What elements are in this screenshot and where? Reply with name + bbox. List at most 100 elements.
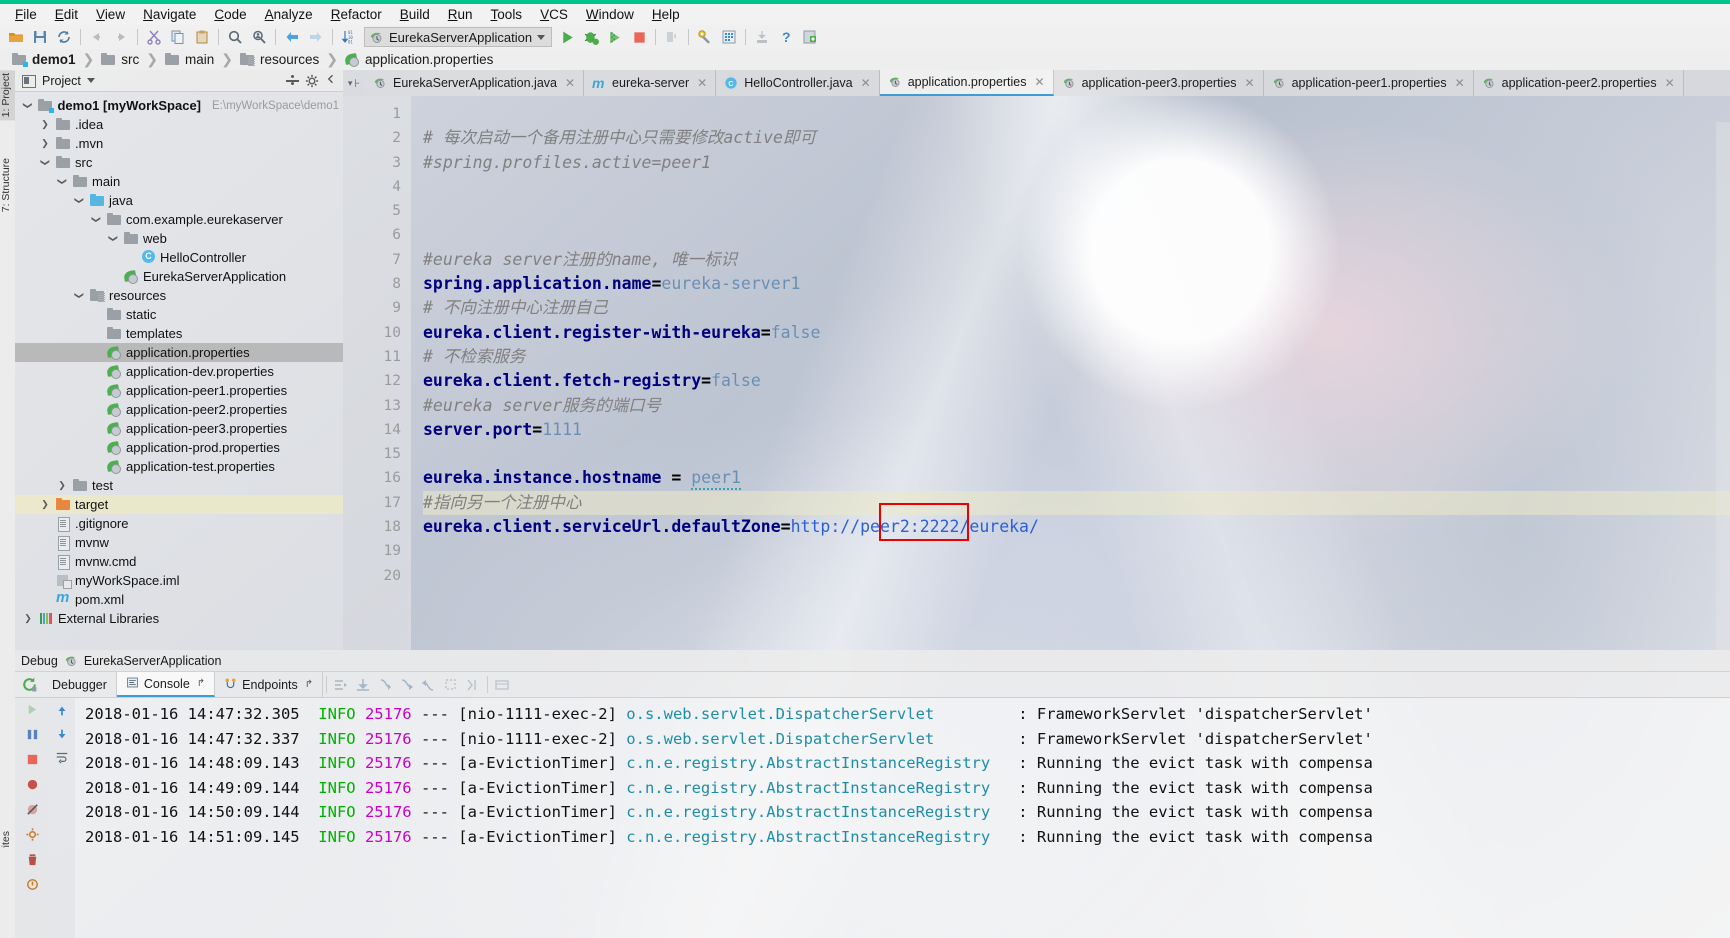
help-icon[interactable]: ? bbox=[774, 26, 798, 48]
drop-frame-icon[interactable] bbox=[440, 672, 462, 697]
menu-item-refactor[interactable]: Refactor bbox=[322, 5, 391, 24]
code-line-20[interactable] bbox=[423, 564, 1730, 588]
collapse-all-icon[interactable] bbox=[286, 74, 299, 87]
chevron-right-icon[interactable]: ❯ bbox=[38, 138, 52, 149]
tree-node-static[interactable]: static bbox=[15, 305, 343, 324]
tree-node--mvn[interactable]: ❯ .mvn bbox=[15, 134, 343, 153]
code-line-7[interactable]: #eureka server注册的name, 唯一标识 bbox=[423, 248, 1730, 272]
tree-node-mvnw-cmd[interactable]: mvnw.cmd bbox=[15, 552, 343, 571]
chevron-down-icon[interactable] bbox=[86, 78, 95, 83]
breadcrumb-item-resources[interactable]: resources bbox=[236, 52, 323, 67]
stop-button[interactable] bbox=[627, 26, 651, 48]
code-line-17[interactable]: #指向另一个注册中心 bbox=[423, 490, 1730, 516]
run-with-coverage-button[interactable] bbox=[603, 26, 627, 48]
sort-icon[interactable]: 01 10 01 bbox=[337, 26, 361, 48]
open-folder-icon[interactable] bbox=[4, 26, 28, 48]
settings-icon[interactable] bbox=[693, 26, 717, 48]
rerun-icon[interactable] bbox=[15, 672, 43, 697]
delete-icon[interactable] bbox=[25, 852, 40, 870]
editor-scrollbar[interactable] bbox=[1716, 122, 1730, 650]
tree-node-application-prod-properties[interactable]: application-prod.properties bbox=[15, 438, 343, 457]
pause-icon[interactable] bbox=[25, 727, 40, 745]
close-icon[interactable]: ✕ bbox=[1035, 75, 1045, 89]
code-line-6[interactable] bbox=[423, 223, 1730, 247]
chevron-down-icon[interactable]: ❯ bbox=[108, 232, 119, 246]
run-configuration-selector[interactable]: EurekaServerApplication bbox=[364, 27, 553, 47]
menu-item-build[interactable]: Build bbox=[391, 5, 439, 24]
code-line-14[interactable]: server.port=1111 bbox=[423, 418, 1730, 442]
tree-node-test[interactable]: ❯ test bbox=[15, 476, 343, 495]
code-line-4[interactable] bbox=[423, 175, 1730, 199]
tree-node-application-peer1-properties[interactable]: application-peer1.properties bbox=[15, 381, 343, 400]
chevron-right-icon[interactable]: ❯ bbox=[38, 119, 52, 130]
editor-tab-application-peer1-properties[interactable]: application-peer1.properties ✕ bbox=[1263, 70, 1474, 96]
menu-item-code[interactable]: Code bbox=[205, 5, 255, 24]
code-line-8[interactable]: spring.application.name=eureka-server1 bbox=[423, 272, 1730, 296]
find-replace-icon[interactable] bbox=[247, 26, 271, 48]
tree-node-mvnw[interactable]: mvnw bbox=[15, 533, 343, 552]
chevron-down-icon[interactable]: ❯ bbox=[91, 213, 102, 227]
tree-node-application-dev-properties[interactable]: application-dev.properties bbox=[15, 362, 343, 381]
editor-tab-application-properties[interactable]: application.properties ✕ bbox=[879, 70, 1054, 96]
code-line-3[interactable]: #spring.profiles.active=peer1 bbox=[423, 151, 1730, 175]
tree-node-application-peer3-properties[interactable]: application-peer3.properties bbox=[15, 419, 343, 438]
chevron-down-icon[interactable]: ❯ bbox=[57, 175, 68, 189]
code-line-12[interactable]: eureka.client.fetch-registry=false bbox=[423, 369, 1730, 393]
breadcrumb-item-application-properties[interactable]: application.properties bbox=[341, 52, 497, 67]
run-to-cursor-icon[interactable] bbox=[462, 672, 484, 697]
close-icon[interactable]: ✕ bbox=[861, 76, 871, 90]
menu-item-run[interactable]: Run bbox=[439, 5, 482, 24]
sync-icon[interactable] bbox=[52, 26, 76, 48]
debug-tab-console[interactable]: Console ↱ bbox=[116, 672, 216, 697]
code-line-11[interactable]: # 不检索服务 bbox=[423, 345, 1730, 369]
cut-icon[interactable] bbox=[142, 26, 166, 48]
run-button[interactable] bbox=[555, 26, 579, 48]
chevron-down-icon[interactable] bbox=[537, 34, 546, 40]
find-icon[interactable] bbox=[223, 26, 247, 48]
detach-tab-icon[interactable]: ↱ bbox=[305, 679, 313, 690]
chevron-right-icon[interactable]: ❯ bbox=[21, 613, 35, 624]
breadcrumb-item-main[interactable]: main bbox=[161, 52, 218, 67]
chevron-down-icon[interactable]: ❯ bbox=[22, 99, 33, 112]
evaluate-expression-icon[interactable] bbox=[491, 672, 513, 697]
tree-node-templates[interactable]: templates bbox=[15, 324, 343, 343]
tree-node-application-peer2-properties[interactable]: application-peer2.properties bbox=[15, 400, 343, 419]
code-line-19[interactable] bbox=[423, 539, 1730, 563]
pin-tab-icon[interactable]: ⊦ bbox=[354, 77, 360, 90]
mute-breakpoints-icon[interactable] bbox=[25, 802, 40, 820]
tree-node-pom-xml[interactable]: pom.xml bbox=[15, 589, 343, 609]
tree-node-main[interactable]: ❯ main bbox=[15, 172, 343, 191]
menu-item-edit[interactable]: Edit bbox=[46, 5, 87, 24]
editor-tab-hellocontroller-java[interactable]: C HelloController.java ✕ bbox=[716, 70, 880, 96]
forward-icon[interactable] bbox=[304, 26, 328, 48]
paste-icon[interactable] bbox=[190, 26, 214, 48]
breadcrumb-item-demo1[interactable]: demo1 bbox=[8, 52, 80, 67]
menu-item-analyze[interactable]: Analyze bbox=[256, 5, 322, 24]
code-line-10[interactable]: eureka.client.register-with-eureka=false bbox=[423, 321, 1730, 345]
tree-node-application-test-properties[interactable]: application-test.properties bbox=[15, 457, 343, 476]
search-everywhere-icon[interactable] bbox=[798, 26, 822, 48]
chevron-down-icon[interactable]: ❯ bbox=[40, 156, 51, 170]
menu-item-help[interactable]: Help bbox=[643, 5, 689, 24]
chevron-right-icon[interactable]: ❯ bbox=[38, 499, 52, 510]
pin-icon[interactable] bbox=[25, 877, 40, 895]
tree-node-resources[interactable]: ❯ resources bbox=[15, 286, 343, 305]
editor-tab-application-peer3-properties[interactable]: application-peer3.properties ✕ bbox=[1053, 70, 1264, 96]
close-icon[interactable]: ✕ bbox=[697, 76, 707, 90]
step-over-icon[interactable] bbox=[352, 672, 374, 697]
copy-icon[interactable] bbox=[166, 26, 190, 48]
menu-item-tools[interactable]: Tools bbox=[482, 5, 532, 24]
tree-node-application-properties[interactable]: application.properties bbox=[15, 343, 343, 362]
debug-tab-endpoints[interactable]: Endpoints ↱ bbox=[215, 672, 324, 697]
menu-item-vcs[interactable]: VCS bbox=[531, 5, 577, 24]
back-icon[interactable] bbox=[280, 26, 304, 48]
editor-tab-application-peer2-properties[interactable]: application-peer2.properties ✕ bbox=[1473, 70, 1684, 96]
code-line-16[interactable]: eureka.instance.hostname = peer1 bbox=[423, 466, 1730, 491]
step-into-icon[interactable] bbox=[374, 672, 396, 697]
chevron-down-icon[interactable]: ❯ bbox=[74, 194, 85, 208]
save-all-icon[interactable] bbox=[28, 26, 52, 48]
chevron-right-icon[interactable]: ❯ bbox=[55, 480, 69, 491]
hide-panel-icon[interactable] bbox=[325, 73, 337, 88]
push-icon[interactable] bbox=[750, 26, 774, 48]
tree-node-hellocontroller[interactable]: HelloController bbox=[15, 248, 343, 267]
